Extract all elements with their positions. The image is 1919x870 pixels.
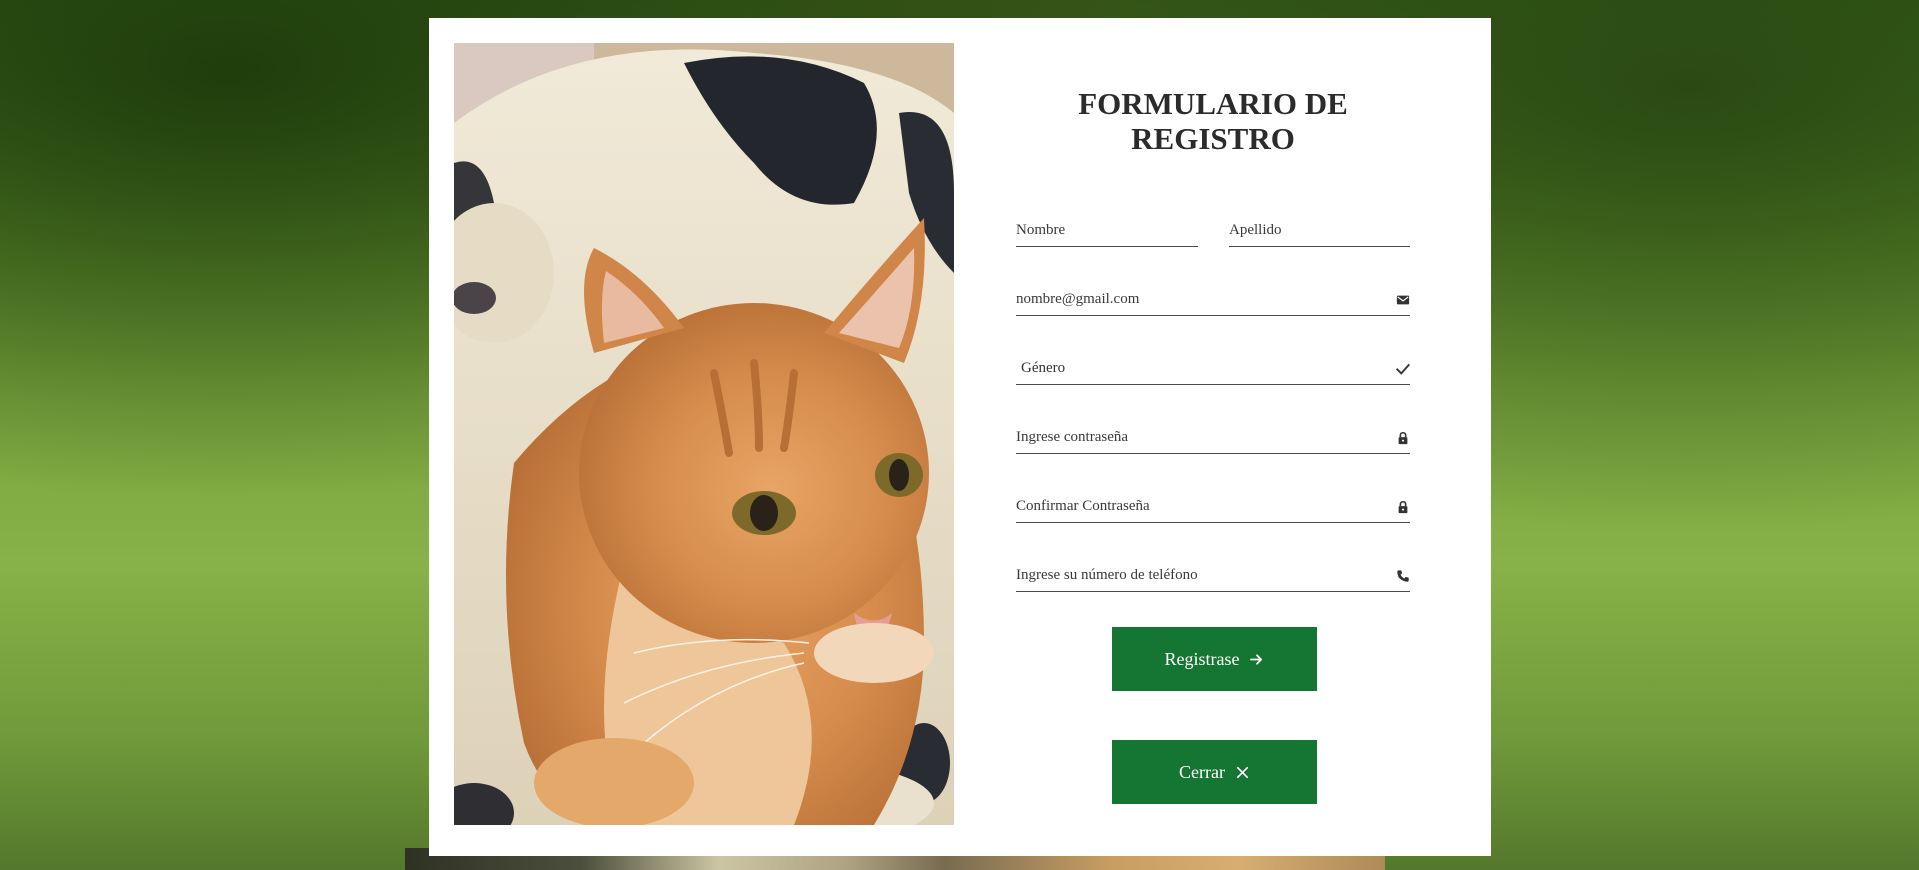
register-button[interactable]: Registrase [1112, 627, 1317, 691]
arrow-right-icon [1250, 653, 1263, 665]
gender-select[interactable]: Género [1016, 354, 1410, 385]
last-name-field [1229, 216, 1410, 247]
gender-select-value[interactable]: Género [1016, 354, 1410, 383]
last-name-input[interactable] [1229, 216, 1410, 245]
password-field [1016, 423, 1410, 454]
close-button[interactable]: Cerrar [1112, 740, 1317, 804]
mail-icon [1396, 295, 1410, 305]
first-name-field [1016, 216, 1198, 247]
registration-card: FORMULARIO DE REGISTRO Género [429, 18, 1491, 856]
close-button-label: Cerrar [1179, 761, 1225, 782]
lock-icon [1398, 500, 1408, 514]
registration-form: FORMULARIO DE REGISTRO Género [1016, 18, 1410, 856]
phone-field [1016, 561, 1410, 592]
register-button-label: Registrase [1164, 648, 1240, 669]
form-title: FORMULARIO DE REGISTRO [1016, 86, 1410, 156]
cat-dog-photo [454, 43, 954, 825]
confirm-password-input[interactable] [1016, 492, 1410, 521]
password-input[interactable] [1016, 423, 1410, 452]
confirm-password-field [1016, 492, 1410, 523]
check-icon [1396, 363, 1410, 375]
form-title-line2: REGISTRO [1131, 121, 1295, 156]
form-title-line1: FORMULARIO DE [1078, 86, 1348, 121]
phone-input[interactable] [1016, 561, 1410, 590]
email-input[interactable] [1016, 285, 1410, 314]
first-name-input[interactable] [1016, 216, 1198, 245]
email-field [1016, 285, 1410, 316]
lock-icon [1398, 431, 1408, 445]
close-icon [1236, 766, 1249, 778]
cat-dog-illustration [454, 43, 954, 825]
phone-icon [1397, 570, 1409, 582]
